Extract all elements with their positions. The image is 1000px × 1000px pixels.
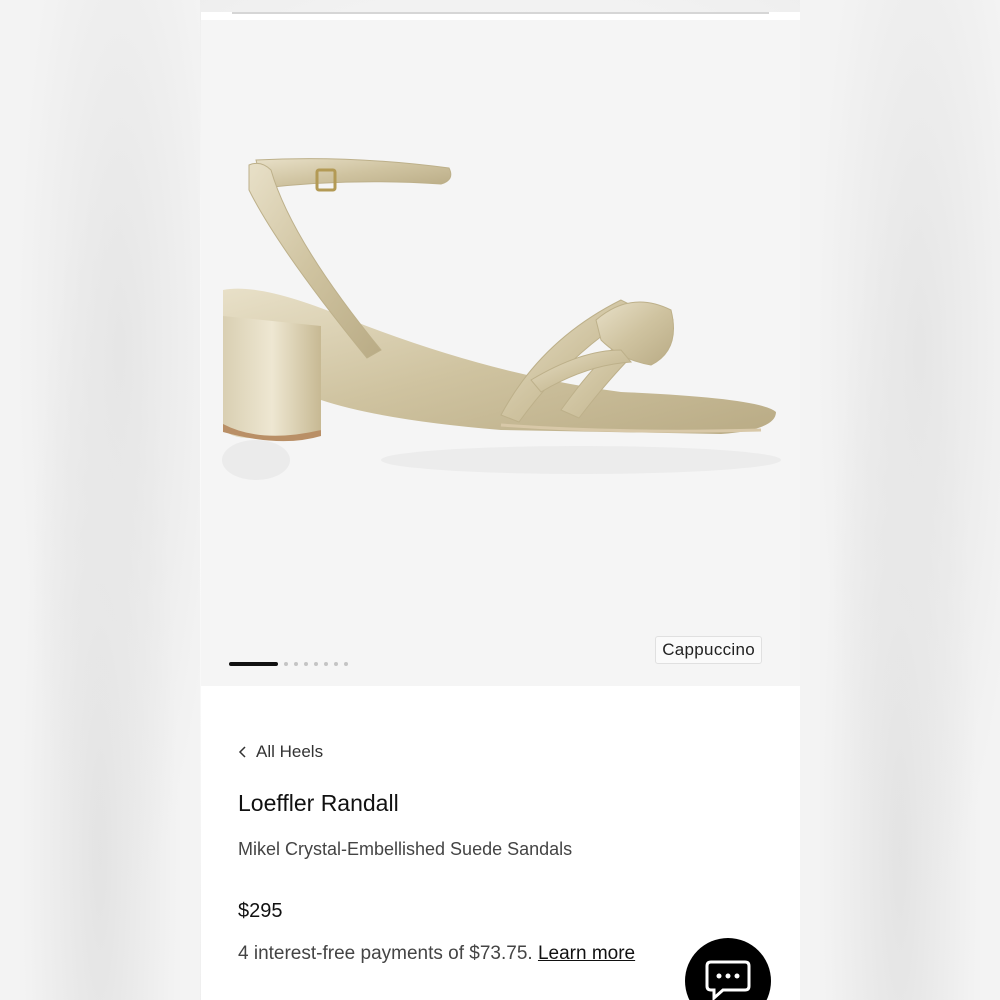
pagination-dot[interactable] xyxy=(334,662,338,666)
pagination-dot[interactable] xyxy=(324,662,328,666)
pagination-dot[interactable] xyxy=(314,662,318,666)
product-page: Cappuccino All Heels Loeffler Randall Mi… xyxy=(201,12,800,1000)
product-title: Mikel Crystal-Embellished Suede Sandals xyxy=(238,839,573,859)
pagination-dot-active[interactable] xyxy=(229,662,278,666)
breadcrumb[interactable]: All Heels xyxy=(238,742,768,762)
installments-text: 4 interest-free payments of $73.75. xyxy=(238,943,533,964)
product-image-gallery[interactable]: Cappuccino xyxy=(201,20,800,686)
product-details: All Heels Loeffler Randall Mikel Crystal… xyxy=(238,742,768,965)
pagination-dot[interactable] xyxy=(284,662,288,666)
product-price: $295 xyxy=(238,900,283,922)
background-blur-left xyxy=(0,0,200,1000)
pagination-dot[interactable] xyxy=(304,662,308,666)
pagination-dot[interactable] xyxy=(344,662,348,666)
gallery-pagination[interactable] xyxy=(229,662,348,666)
chevron-left-icon xyxy=(238,746,246,758)
brand-name[interactable]: Loeffler Randall xyxy=(238,790,768,817)
pagination-dot[interactable] xyxy=(294,662,298,666)
breadcrumb-label[interactable]: All Heels xyxy=(256,742,323,762)
background-blur-right xyxy=(800,0,1000,1000)
header-divider xyxy=(232,12,769,14)
product-image xyxy=(222,158,781,480)
color-label: Cappuccino xyxy=(655,636,762,664)
chat-bubble-icon xyxy=(705,960,751,1000)
learn-more-link[interactable]: Learn more xyxy=(538,943,635,964)
